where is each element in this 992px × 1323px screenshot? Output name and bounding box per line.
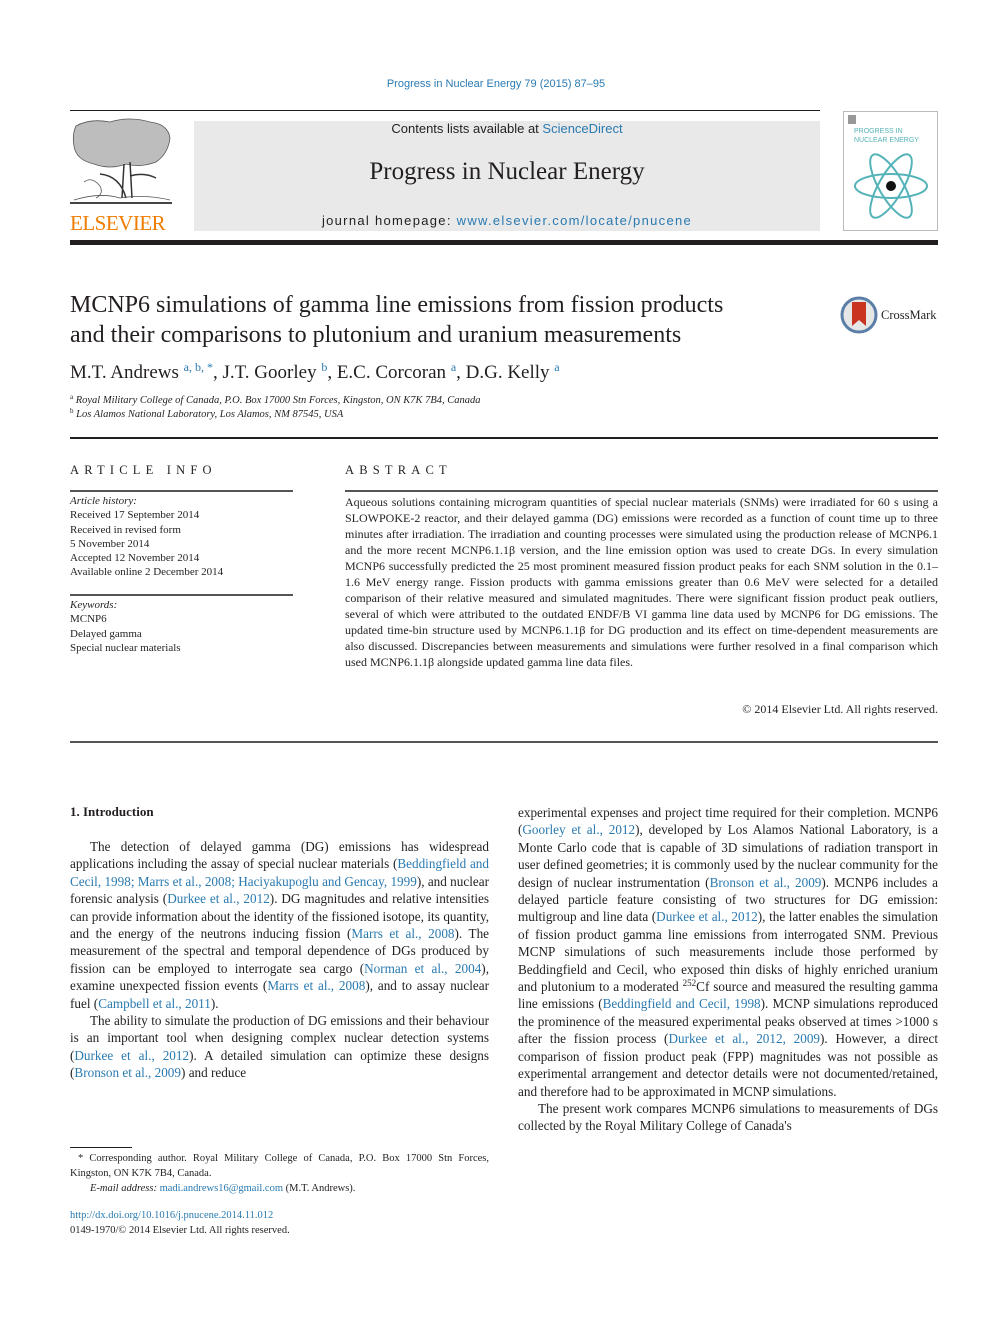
affiliation-mark: b bbox=[70, 407, 74, 415]
author-name[interactable]: J.T. Goorley bbox=[222, 362, 321, 383]
intro-paragraph-2: The ability to simulate the production o… bbox=[70, 1012, 489, 1082]
header-thick-rule bbox=[70, 240, 938, 245]
contents-line: Contents lists available at ScienceDirec… bbox=[194, 121, 820, 136]
keywords: Keywords: MCNP6 Delayed gamma Special nu… bbox=[70, 598, 293, 655]
homepage-link[interactable]: www.elsevier.com/locate/pnucene bbox=[457, 213, 692, 228]
homepage-prefix: journal homepage: bbox=[321, 213, 457, 228]
cover-title: PROGRESS IN NUCLEAR ENERGY bbox=[854, 127, 919, 145]
footnote-email: E-mail address: madi.andrews16@gmail.com… bbox=[70, 1181, 489, 1196]
section-rule bbox=[70, 437, 938, 439]
isotope-superscript: 252 bbox=[682, 978, 697, 989]
introduction-heading: 1. Introduction bbox=[70, 804, 154, 819]
abstract-copyright: © 2014 Elsevier Ltd. All rights reserved… bbox=[742, 702, 938, 716]
citation-link[interactable]: Campbell et al., 2011 bbox=[98, 996, 211, 1011]
elsevier-wordmark: ELSEVIER bbox=[70, 211, 166, 235]
affiliation-mark: a bbox=[70, 393, 74, 401]
crossmark-badge[interactable]: CrossMark bbox=[840, 296, 950, 334]
author-affiliation-mark[interactable]: a, b, * bbox=[184, 360, 213, 374]
citation-link[interactable]: Durkee et al., 2012 bbox=[74, 1048, 189, 1063]
affiliation-b: b Los Alamos National Laboratory, Los Al… bbox=[70, 407, 344, 421]
author-separator: , bbox=[456, 362, 466, 383]
article-title: MCNP6 simulations of gamma line emission… bbox=[70, 290, 830, 350]
affiliation-text: Los Alamos National Laboratory, Los Alam… bbox=[76, 409, 344, 420]
abstract-rule bbox=[345, 490, 938, 492]
corresponding-author-footnote: * Corresponding author. Royal Military C… bbox=[70, 1151, 489, 1196]
cover-title-line2: NUCLEAR ENERGY bbox=[854, 137, 919, 144]
cover-publisher-mark bbox=[848, 115, 856, 124]
abstract-text: Aqueous solutions containing microgram q… bbox=[345, 495, 938, 669]
body-column-right: experimental expenses and project time r… bbox=[518, 804, 938, 1135]
article-info-rule bbox=[70, 490, 293, 492]
abstract-heading: ABSTRACT bbox=[345, 463, 452, 477]
keyword: Special nuclear materials bbox=[70, 641, 181, 654]
text-run: ). bbox=[210, 995, 219, 1011]
citation-link[interactable]: Norman et al., 2004 bbox=[364, 961, 481, 976]
citation-link[interactable]: Durkee et al., 2012, 2009 bbox=[668, 1031, 820, 1046]
section-rule bbox=[70, 741, 938, 743]
crossmark-icon bbox=[840, 296, 878, 334]
article-title-line1: MCNP6 simulations of gamma line emission… bbox=[70, 292, 724, 318]
running-head-citation[interactable]: Progress in Nuclear Energy 79 (2015) 87–… bbox=[0, 78, 992, 90]
author-name[interactable]: E.C. Corcoran bbox=[337, 362, 451, 383]
text-run: The present work compares MCNP6 simulati… bbox=[518, 1100, 938, 1134]
author-name[interactable]: D.G. Kelly bbox=[466, 362, 555, 383]
crossmark-label: CrossMark bbox=[881, 308, 937, 322]
text-run: ) and reduce bbox=[181, 1065, 247, 1081]
citation-link[interactable]: Marrs et al., 2008 bbox=[267, 978, 365, 993]
history-item: 5 November 2014 bbox=[70, 537, 150, 550]
footnote-rule bbox=[70, 1147, 132, 1148]
author-name[interactable]: M.T. Andrews bbox=[70, 362, 184, 383]
doi-link[interactable]: http://dx.doi.org/10.1016/j.pnucene.2014… bbox=[70, 1210, 273, 1221]
footnote-corresponding: * Corresponding author. Royal Military C… bbox=[70, 1151, 489, 1181]
intro-paragraph-1: The detection of delayed gamma (DG) emis… bbox=[70, 838, 489, 1012]
elsevier-logo[interactable]: ELSEVIER bbox=[70, 116, 172, 234]
contents-prefix: Contents lists available at bbox=[391, 121, 543, 136]
citation-link[interactable]: Beddingfield and Cecil, 1998 bbox=[603, 996, 761, 1011]
intro-paragraph-3: The present work compares MCNP6 simulati… bbox=[518, 1100, 938, 1135]
intro-paragraph-2-cont: experimental expenses and project time r… bbox=[518, 804, 938, 1100]
journal-cover-thumbnail[interactable]: PROGRESS IN NUCLEAR ENERGY bbox=[843, 111, 938, 231]
article-info-heading: ARTICLE INFO bbox=[70, 463, 217, 477]
author-separator: , bbox=[327, 362, 337, 383]
journal-banner: Contents lists available at ScienceDirec… bbox=[194, 121, 820, 231]
footnote-text: Corresponding author. Royal Military Col… bbox=[70, 1153, 489, 1179]
citation-link[interactable]: Bronson et al., 2009 bbox=[74, 1065, 181, 1080]
keyword: MCNP6 bbox=[70, 613, 107, 626]
issn-copyright: 0149-1970/© 2014 Elsevier Ltd. All right… bbox=[70, 1225, 290, 1236]
article-title-line2: and their comparisons to plutonium and u… bbox=[70, 322, 682, 348]
keyword: Delayed gamma bbox=[70, 627, 142, 640]
history-item: Received 17 September 2014 bbox=[70, 509, 200, 522]
body-column-left: The detection of delayed gamma (DG) emis… bbox=[70, 838, 489, 1082]
author-affiliation-mark[interactable]: a bbox=[554, 360, 559, 374]
email-suffix: (M.T. Andrews). bbox=[283, 1183, 356, 1194]
citation-link[interactable]: Marrs et al., 2008 bbox=[351, 926, 454, 941]
atom-icon bbox=[854, 153, 928, 219]
affiliation-text: Royal Military College of Canada, P.O. B… bbox=[75, 395, 481, 406]
citation-link[interactable]: Goorley et al., 2012 bbox=[522, 822, 635, 837]
tree-logo-icon bbox=[70, 118, 172, 204]
journal-homepage: journal homepage: www.elsevier.com/locat… bbox=[194, 213, 820, 228]
email-label: E-mail address: bbox=[90, 1183, 157, 1194]
keywords-rule bbox=[70, 594, 293, 596]
cover-title-line1: PROGRESS IN bbox=[854, 128, 903, 135]
history-label: Article history: bbox=[70, 495, 137, 507]
affiliation-a: a Royal Military College of Canada, P.O.… bbox=[70, 393, 481, 407]
history-item: Received in revised form bbox=[70, 523, 181, 536]
history-item: Accepted 12 November 2014 bbox=[70, 552, 200, 565]
author-list: M.T. Andrews a, b, *, J.T. Goorley b, E.… bbox=[70, 360, 560, 384]
sciencedirect-link[interactable]: ScienceDirect bbox=[542, 121, 622, 136]
citation-link[interactable]: Bronson et al., 2009 bbox=[710, 875, 822, 890]
top-rule bbox=[70, 110, 820, 111]
article-history: Article history: Received 17 September 2… bbox=[70, 494, 293, 580]
history-item: Available online 2 December 2014 bbox=[70, 566, 224, 579]
journal-name: Progress in Nuclear Energy bbox=[369, 158, 645, 185]
keywords-label: Keywords: bbox=[70, 599, 118, 611]
email-link[interactable]: madi.andrews16@gmail.com bbox=[160, 1183, 283, 1194]
citation-link[interactable]: Durkee et al., 2012 bbox=[656, 909, 758, 924]
citation-link[interactable]: Durkee et al., 2012 bbox=[167, 891, 270, 906]
